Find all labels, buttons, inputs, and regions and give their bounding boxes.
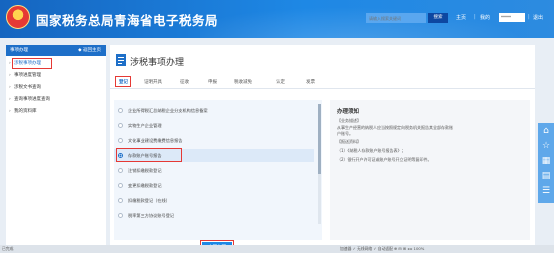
tab-invoice[interactable]: 发票 <box>306 79 315 85</box>
browser-status-bar: 已完成 加速器 ✓ 无线网络 ✓ 自动适配 ⊕ ⊟ ⊞ ◂ ▸ 100% <box>0 245 554 253</box>
star-icon[interactable]: ☆ <box>540 140 552 152</box>
list-icon[interactable]: ☰ <box>540 185 552 197</box>
back-label: 返回主页 <box>83 48 101 53</box>
sidebar-item-label: 我的资料库 <box>14 109 37 114</box>
sidebar-item-progress-query[interactable]: › 查询事项进度查询 <box>6 94 106 105</box>
radio-button[interactable] <box>118 108 123 113</box>
doc-icon[interactable]: ▤ <box>540 170 552 182</box>
site-title: 国家税务总局青海省电子税务局 <box>36 13 219 28</box>
notice-line: 【报送资料】 <box>337 139 361 144</box>
tab-collection[interactable]: 征收 <box>180 79 189 85</box>
radio-button[interactable] <box>118 198 123 203</box>
floating-toolbar: ⌂ ☆ ▦ ▤ ☰ <box>538 123 554 203</box>
notice-title: 办理须知 <box>337 109 360 115</box>
notice-line: （2）银行开户许可证或账户账号开立证明等复印件。 <box>337 157 432 162</box>
chevron-right-icon: › <box>9 85 11 90</box>
nav-home-link[interactable]: 主页 <box>456 14 466 21</box>
list-item[interactable]: 实物生产企业管理 <box>114 119 314 132</box>
main-panel: 涉税事项办理 登记 证明开具 征收 申报 税收减免 认定 发票 企业所得税汇总纳… <box>110 45 535 253</box>
sidebar-item-label: 涉税文书查询 <box>14 85 41 90</box>
sidebar-item-progress-management[interactable]: › 事项进度管理 <box>6 70 106 81</box>
list-item[interactable]: 变更扣缴税款登记 <box>114 179 314 192</box>
highlight-box <box>12 58 52 69</box>
top-header: 国家税务总局青海省电子税务局 搜索 主页 | 我的 ***** | 退出 <box>0 0 554 38</box>
page-title: 涉税事项办理 <box>130 58 185 68</box>
list-item[interactable]: 企业所得税汇总纳税企业分支机构信息备案 <box>114 104 314 117</box>
list-item-label: 扣缴税款登记（在线） <box>128 198 170 203</box>
back-to-home-link[interactable]: ◆ 返回主页 <box>78 45 101 56</box>
list-scrollbar[interactable] <box>318 104 321 224</box>
sidebar-item-document-query[interactable]: › 涉税文书查询 <box>6 82 106 93</box>
list-item[interactable]: 税率第三方协议账号登记 <box>114 209 314 222</box>
highlight-box <box>115 76 131 87</box>
sidebar-header: 事项办理 ◆ 返回主页 <box>6 45 106 56</box>
status-tray: 加速器 ✓ 无线网络 ✓ 自动适配 ⊕ ⊟ ⊞ ◂ ▸ 100% <box>340 246 425 251</box>
home-icon[interactable]: ⌂ <box>540 125 552 137</box>
sidebar: 事项办理 ◆ 返回主页 › 涉税事项办理 › 事项进度管理 › 涉税文书查询 ›… <box>6 45 106 245</box>
radio-button[interactable] <box>118 138 123 143</box>
list-item-label: 注销扣缴税款登记 <box>128 168 162 173</box>
qr-icon[interactable]: ▦ <box>540 155 552 167</box>
chevron-right-icon: › <box>9 61 11 66</box>
nav-separator: | <box>474 14 476 20</box>
nav-exit-link[interactable]: 退出 <box>533 14 543 21</box>
sidebar-header-label: 事项办理 <box>10 48 28 53</box>
radio-button[interactable] <box>118 168 123 173</box>
notice-line: 【业务描述】 <box>337 118 361 123</box>
sidebar-item-my-library[interactable]: › 我的资料库 <box>6 106 106 117</box>
tab-declaration[interactable]: 申报 <box>208 79 217 85</box>
chevron-right-icon: › <box>9 97 11 102</box>
tabs-divider <box>110 88 535 89</box>
radio-button[interactable] <box>118 213 123 218</box>
tax-emblem-logo <box>6 5 30 29</box>
nav-separator-2: | <box>528 14 530 20</box>
chevron-right-icon: › <box>9 109 11 114</box>
highlight-box <box>116 148 182 162</box>
tab-tax-relief[interactable]: 税收减免 <box>234 79 252 85</box>
status-text: 已完成 <box>2 246 14 251</box>
radio-button[interactable] <box>118 183 123 188</box>
list-item-label: 实物生产企业管理 <box>128 123 162 128</box>
notice-line: （1）《纳税人存款账户账号报告表》； <box>337 148 406 153</box>
matter-list: 企业所得税汇总纳税企业分支机构信息备案 实物生产企业管理 文化事业建设费缴费信息… <box>114 100 322 240</box>
list-item-label: 企业所得税汇总纳税企业分支机构信息备案 <box>128 108 208 113</box>
list-item[interactable]: 文化事业建设费缴费信息报告 <box>114 134 314 147</box>
notice-panel: 办理须知 【业务描述】 从事生产经营的纳税人应当按照规定向税务机关报告其全部存款… <box>330 100 530 240</box>
tab-certificate[interactable]: 证明开具 <box>144 79 162 85</box>
sidebar-item-label: 查询事项进度查询 <box>14 97 50 102</box>
tab-qualification[interactable]: 认定 <box>276 79 285 85</box>
list-item-label: 变更扣缴税款登记 <box>128 183 162 188</box>
nav-my-link[interactable]: 我的 <box>480 14 490 21</box>
list-item-label: 文化事业建设费缴费信息报告 <box>128 138 183 143</box>
sidebar-item-label: 事项进度管理 <box>14 73 41 78</box>
scrollbar-thumb[interactable] <box>318 104 321 174</box>
radio-button[interactable] <box>118 123 123 128</box>
list-item[interactable]: 扣缴税款登记（在线） <box>114 194 314 207</box>
list-item-label: 税率第三方协议账号登记 <box>128 213 175 218</box>
user-name-chip[interactable]: ***** <box>499 13 525 22</box>
chevron-right-icon: › <box>9 73 11 78</box>
notice-line: 户账号。 <box>337 131 353 136</box>
search-button[interactable]: 搜索 <box>428 13 448 23</box>
list-item[interactable]: 注销扣缴税款登记 <box>114 164 314 177</box>
search-input[interactable] <box>366 13 426 23</box>
document-icon <box>116 54 126 66</box>
